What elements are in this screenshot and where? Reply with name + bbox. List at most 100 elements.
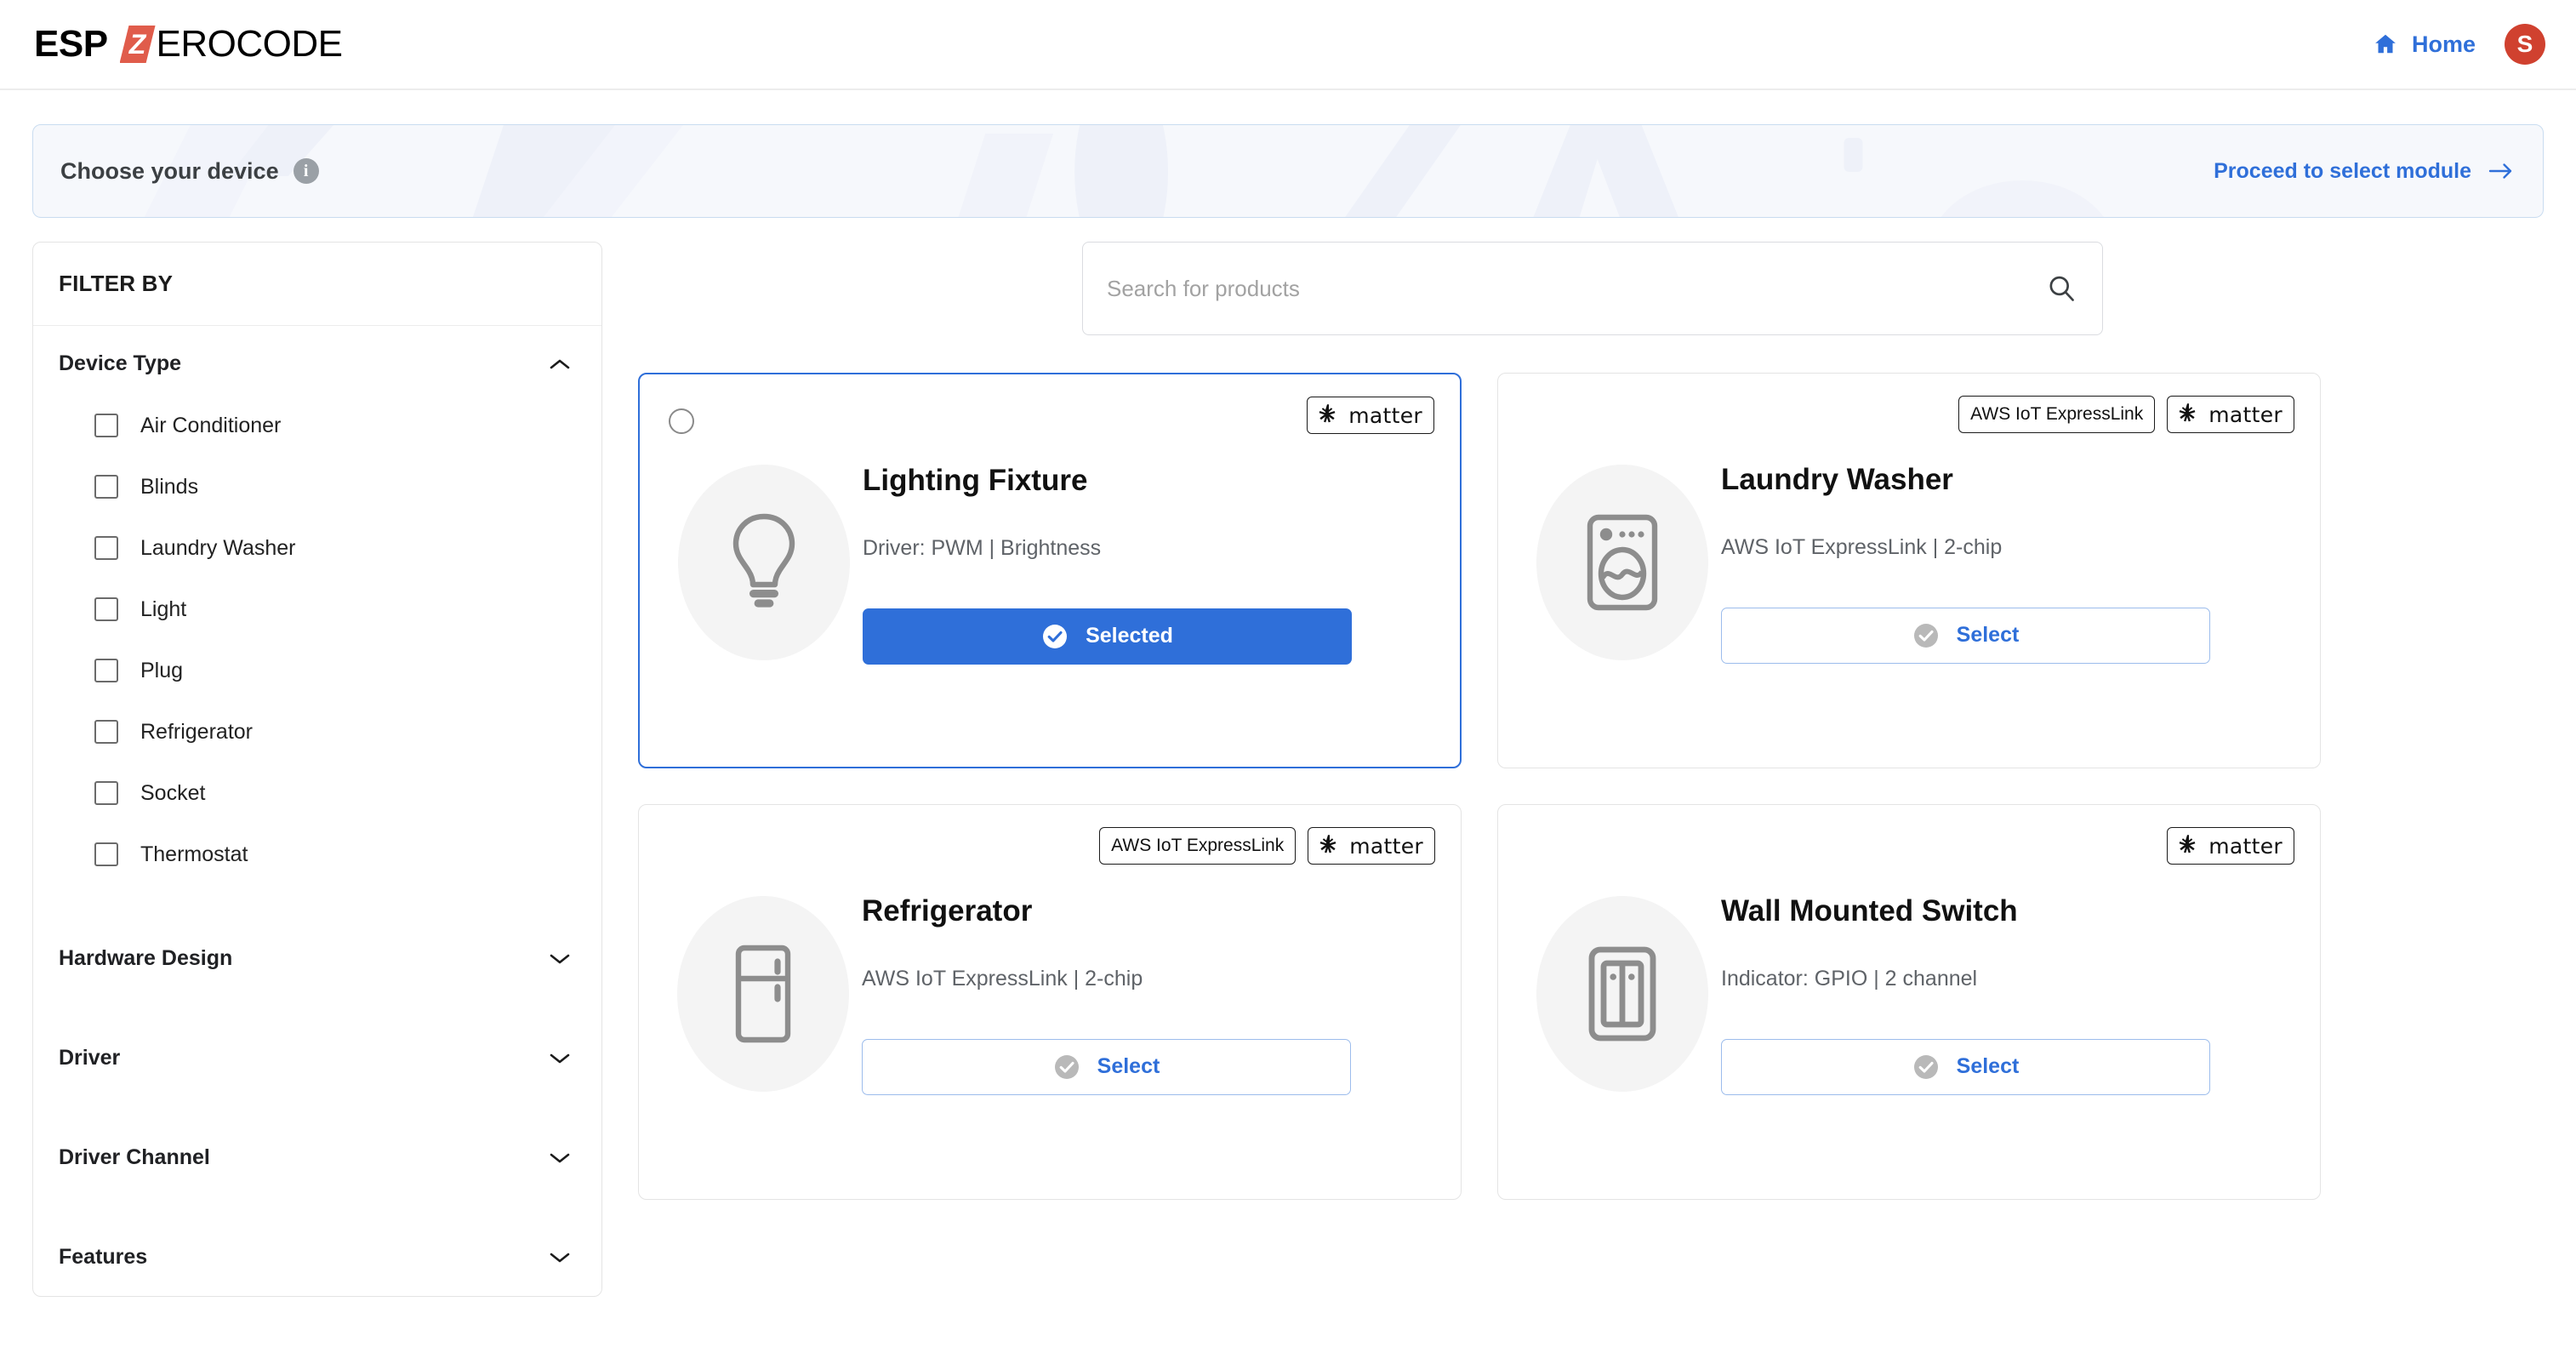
badge-matter-label: matter <box>2208 833 2282 859</box>
filter-option-label: Refrigerator <box>140 719 253 744</box>
page-content: FILTER BY Device Type Air Conditioner Bl… <box>0 218 2576 1297</box>
matter-icon <box>2179 403 2196 422</box>
product-subtitle: AWS IoT ExpressLink | 2-chip <box>1721 534 2003 559</box>
washer-icon <box>1587 514 1658 610</box>
product-card-body: Refrigerator AWS IoT ExpressLink | 2-chi… <box>666 827 1433 1199</box>
app-logo[interactable]: ESP Z EROCODE <box>34 23 343 66</box>
facet-device-type-header[interactable]: Device Type <box>33 326 601 376</box>
filter-option-plug[interactable]: Plug <box>33 640 601 701</box>
product-card-body: Wall Mounted Switch Indicator: GPIO | 2 … <box>1525 827 2293 1199</box>
header-actions: Home S <box>2373 24 2545 65</box>
product-area: matter Lighting Fix <box>638 242 2544 1200</box>
matter-icon <box>1319 835 1336 853</box>
filter-option-socket[interactable]: Socket <box>33 762 601 824</box>
wall-switch-icon <box>1588 946 1656 1041</box>
filter-option-label: Light <box>140 597 187 621</box>
check-circle-icon <box>1913 1054 1938 1079</box>
arrow-right-icon <box>2488 163 2512 179</box>
checkbox[interactable] <box>94 536 118 560</box>
chevron-up-icon[interactable] <box>549 357 571 371</box>
info-icon[interactable]: i <box>293 158 319 184</box>
product-card-body: Lighting Fixture Driver: PWM | Brightnes… <box>667 397 1433 767</box>
filter-option-label: Laundry Washer <box>140 535 296 560</box>
filter-option-thermostat[interactable]: Thermostat <box>33 824 601 885</box>
product-thumbnail <box>1525 396 1719 768</box>
home-link[interactable]: Home <box>2373 31 2476 58</box>
matter-icon <box>2179 835 2196 853</box>
chevron-down-icon[interactable] <box>549 1151 571 1165</box>
select-button[interactable]: Select <box>1721 1038 2210 1095</box>
badge-aws-iot-expresslink-label: AWS IoT ExpressLink <box>1970 404 2144 424</box>
select-button[interactable]: Select <box>1721 607 2210 664</box>
filter-option-air-conditioner[interactable]: Air Conditioner <box>33 395 601 456</box>
product-details: Refrigerator AWS IoT ExpressLink | 2-chi… <box>860 827 1433 1199</box>
filter-option-light[interactable]: Light <box>33 579 601 640</box>
filter-sidebar-header: FILTER BY <box>33 243 601 326</box>
checkbox[interactable] <box>94 597 118 621</box>
product-details: Wall Mounted Switch Indicator: GPIO | 2 … <box>1719 827 2293 1199</box>
filter-option-label: Plug <box>140 658 184 682</box>
badge-aws-iot-expresslink: AWS IoT ExpressLink <box>1958 396 2156 433</box>
product-card-body: Laundry Washer AWS IoT ExpressLink | 2-c… <box>1525 396 2293 768</box>
chevron-down-icon[interactable] <box>549 952 571 966</box>
facet-divider-space <box>33 971 601 1020</box>
logo-text-erocode: EROCODE <box>156 23 343 65</box>
product-thumbnail <box>666 827 860 1199</box>
facet-hardware-design-header[interactable]: Hardware Design <box>33 921 601 971</box>
product-thumbnail <box>1525 827 1719 1199</box>
facet-driver-header[interactable]: Driver <box>33 1020 601 1070</box>
facet-hardware-design-label: Hardware Design <box>59 946 233 970</box>
zerocode-hex-logo-icon: Z <box>119 26 156 63</box>
checkbox[interactable] <box>94 842 118 866</box>
checkbox[interactable] <box>94 414 118 437</box>
product-card-lighting-fixture[interactable]: matter Lighting Fixture Driver: PWM | Br… <box>638 373 1462 768</box>
badge-matter: matter <box>1308 827 1435 865</box>
product-badges: matter <box>2167 827 2294 865</box>
filter-option-label: Thermostat <box>140 842 248 866</box>
filter-sidebar: FILTER BY Device Type Air Conditioner Bl… <box>32 242 602 1297</box>
checkbox[interactable] <box>94 475 118 499</box>
product-card-wall-mounted-switch[interactable]: matter Wall Mounted Switch Indicator: GP… <box>1497 804 2321 1200</box>
avatar[interactable]: S <box>2505 24 2545 65</box>
product-thumbnail <box>667 397 861 767</box>
product-badges: matter <box>1307 397 1434 434</box>
search-bar[interactable] <box>1082 242 2103 335</box>
chevron-down-icon[interactable] <box>549 1251 571 1264</box>
search-input[interactable] <box>1107 275 2046 302</box>
facet-driver-channel-header[interactable]: Driver Channel <box>33 1120 601 1170</box>
filter-option-blinds[interactable]: Blinds <box>33 456 601 517</box>
proceed-to-select-module-button[interactable]: Proceed to select module <box>2214 159 2514 184</box>
avatar-initial: S <box>2516 31 2533 57</box>
product-subtitle: Indicator: GPIO | 2 channel <box>1721 966 1978 990</box>
chevron-down-icon[interactable] <box>549 1052 571 1065</box>
checkbox[interactable] <box>94 720 118 744</box>
checkbox[interactable] <box>94 781 118 805</box>
product-details: Laundry Washer AWS IoT ExpressLink | 2-c… <box>1719 396 2293 768</box>
badge-matter: matter <box>2167 396 2294 433</box>
filter-by-title: FILTER BY <box>59 271 174 296</box>
select-button[interactable]: Selected <box>863 608 1352 665</box>
search-row <box>638 242 2544 335</box>
product-grid: matter Lighting Fixture Driver: PWM | Br… <box>638 373 2544 1200</box>
filter-option-refrigerator[interactable]: Refrigerator <box>33 701 601 762</box>
badge-aws-iot-expresslink-label: AWS IoT ExpressLink <box>1111 836 1285 855</box>
product-badges: AWS IoT ExpressLink matter <box>1099 827 1435 865</box>
select-button[interactable]: Select <box>862 1038 1351 1095</box>
product-radio[interactable] <box>669 408 694 434</box>
matter-icon <box>1319 404 1336 423</box>
checkbox[interactable] <box>94 659 118 682</box>
facet-divider-space <box>33 1070 601 1120</box>
filter-option-label: Blinds <box>140 474 199 499</box>
lightbulb-icon <box>732 513 795 608</box>
facet-device-type-options: Air Conditioner Blinds Laundry Washer Li… <box>33 376 601 890</box>
filter-option-label: Socket <box>140 780 206 805</box>
product-card-laundry-washer[interactable]: AWS IoT ExpressLink matter Laundry Washe… <box>1497 373 2321 768</box>
product-card-refrigerator[interactable]: AWS IoT ExpressLink matter Refrigerator … <box>638 804 1462 1200</box>
check-circle-icon <box>1913 623 1938 648</box>
filter-option-laundry-washer[interactable]: Laundry Washer <box>33 517 601 579</box>
product-details: Lighting Fixture Driver: PWM | Brightnes… <box>861 397 1433 767</box>
facet-features-header[interactable]: Features <box>33 1219 601 1270</box>
badge-matter: matter <box>1307 397 1434 434</box>
facet-device-type: Device Type Air Conditioner Blinds Laund… <box>33 326 601 890</box>
search-icon[interactable] <box>2046 273 2077 304</box>
